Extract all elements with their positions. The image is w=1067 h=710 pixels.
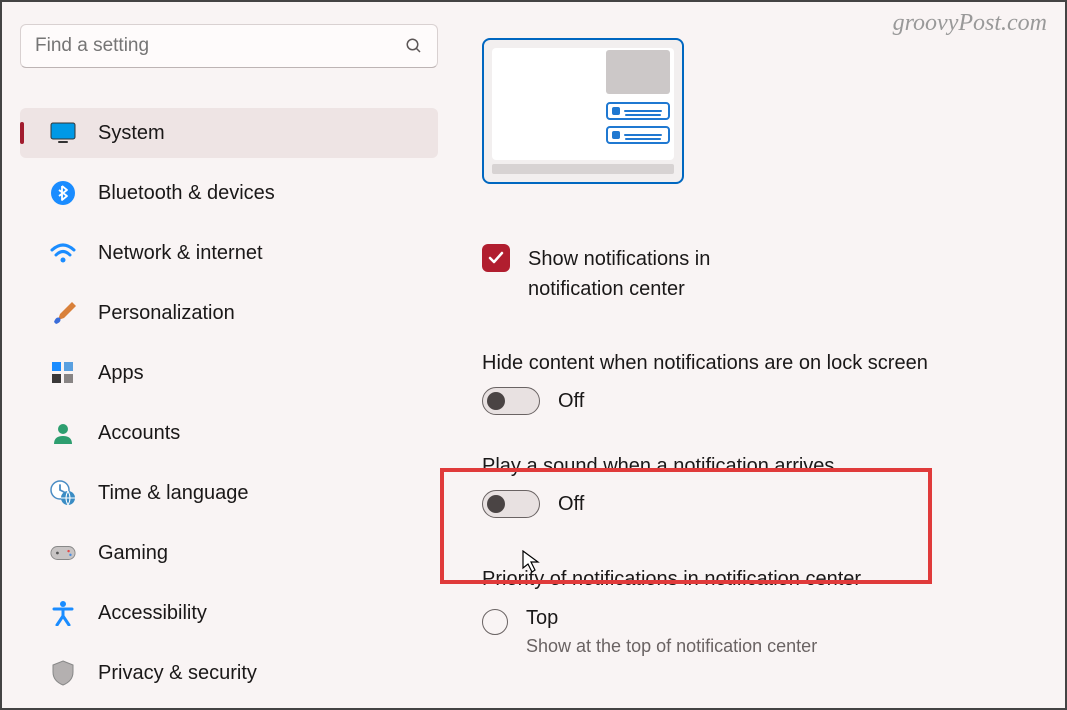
setting-title: Priority of notifications in notificatio… [482,568,1035,591]
checkbox-label: Show notifications in notification cente… [528,244,710,304]
monitor-icon [50,120,76,146]
setting-hide-content: Hide content when notifications are on l… [482,352,1035,415]
sidebar-item-label: Network & internet [98,242,263,265]
sidebar-item-apps[interactable]: Apps [20,348,438,398]
accessibility-icon [50,600,76,626]
sidebar-item-gaming[interactable]: Gaming [20,528,438,578]
thumb-taskbar [492,164,674,174]
sidebar-item-network[interactable]: Network & internet [20,228,438,278]
wifi-icon [50,240,76,266]
sidebar-item-label: System [98,122,165,145]
sidebar-item-label: Personalization [98,302,235,325]
radio-label: Top [526,607,817,630]
sidebar-item-bluetooth[interactable]: Bluetooth & devices [20,168,438,218]
sidebar-item-privacy[interactable]: Privacy & security [20,648,438,698]
radio-unchecked-icon[interactable] [482,609,508,635]
main-content: Show notifications in notification cente… [482,38,1035,657]
toggle-play-sound[interactable] [482,490,540,518]
setting-title: Play a sound when a notification arrives [482,455,1035,478]
sidebar-item-system[interactable]: System [20,108,438,158]
sidebar-item-label: Gaming [98,542,168,565]
toggle-hide-content[interactable] [482,387,540,415]
search-box[interactable] [20,24,438,68]
toggle-state-text: Off [558,390,584,413]
sidebar-item-label: Accounts [98,422,180,445]
setting-play-sound: Play a sound when a notification arrives… [482,455,1035,518]
toggle-state-text: Off [558,493,584,516]
apps-icon [50,360,76,386]
gamepad-icon [50,540,76,566]
setting-priority: Priority of notifications in notificatio… [482,568,1035,657]
brush-icon [50,300,76,326]
setting-title: Hide content when notifications are on l… [482,352,1035,375]
sidebar: System Bluetooth & devices Network & int… [20,24,438,708]
sidebar-item-personalization[interactable]: Personalization [20,288,438,338]
thumb-notification-item [606,126,670,144]
sidebar-item-label: Privacy & security [98,662,257,685]
radio-sublabel: Show at the top of notification center [526,636,817,657]
checkbox-checked-icon[interactable] [482,244,510,272]
search-icon [405,37,423,55]
sidebar-item-time-language[interactable]: Time & language [20,468,438,518]
watermark-text: groovyPost.com [893,10,1047,37]
shield-icon [50,660,76,686]
show-notifications-checkbox-row[interactable]: Show notifications in notification cente… [482,244,1035,304]
sidebar-item-label: Time & language [98,482,248,505]
sidebar-item-label: Accessibility [98,602,207,625]
clock-globe-icon [50,480,76,506]
bluetooth-icon [50,180,76,206]
thumb-notification-item [606,102,670,120]
search-input[interactable] [35,35,405,57]
thumb-banner [606,50,670,94]
sidebar-item-accounts[interactable]: Accounts [20,408,438,458]
radio-option-top[interactable]: Top Show at the top of notification cent… [482,607,1035,657]
sidebar-item-label: Apps [98,362,144,385]
person-icon [50,420,76,446]
sidebar-item-label: Bluetooth & devices [98,182,275,205]
sidebar-item-accessibility[interactable]: Accessibility [20,588,438,638]
notification-preview-thumb[interactable] [482,38,684,184]
